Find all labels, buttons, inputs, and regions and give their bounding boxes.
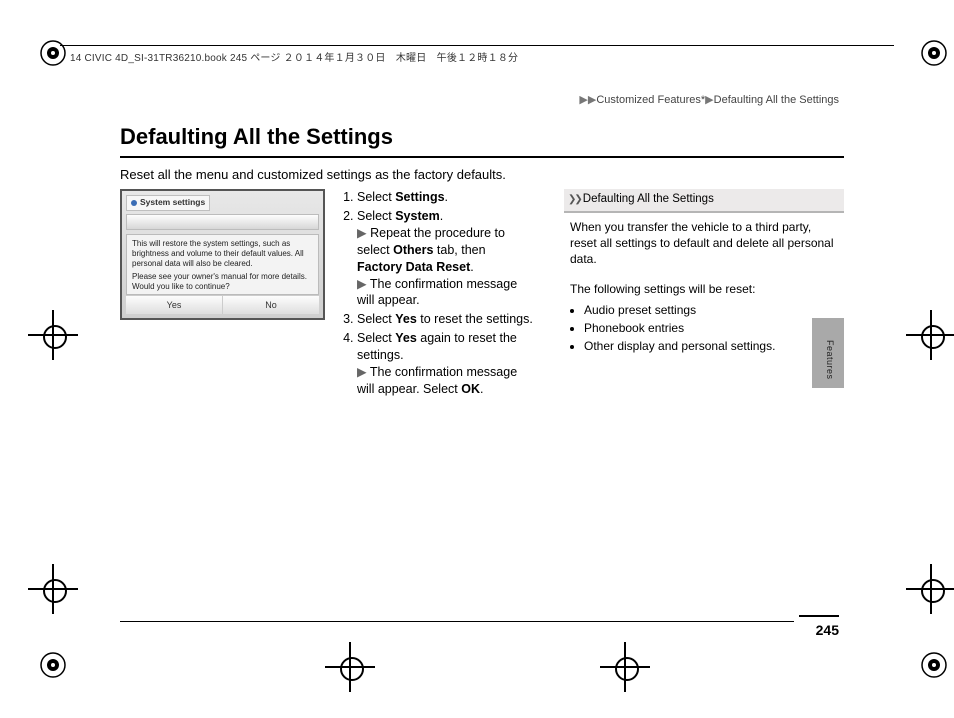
side-note: ❯❯ Defaulting All the Settings When you … bbox=[564, 189, 844, 356]
tab-dot-icon bbox=[131, 200, 137, 206]
registration-mark-icon bbox=[919, 38, 949, 68]
header-rule bbox=[60, 45, 894, 46]
side-note-p2: The following settings will be reset: bbox=[570, 281, 840, 297]
breadcrumb-level-2: Defaulting All the Settings bbox=[714, 94, 839, 106]
dialog-tab: System settings bbox=[126, 195, 210, 210]
dialog-titlebar bbox=[126, 214, 319, 230]
sub-arrow-icon: ▶ bbox=[357, 226, 367, 240]
intro-text: Reset all the menu and customized settin… bbox=[120, 166, 844, 190]
file-stamp: 14 CIVIC 4D_SI-31TR36210.book 245 ページ ２０… bbox=[70, 52, 518, 66]
step-4: Select Yes again to reset the settings. … bbox=[357, 330, 534, 398]
reset-item: Phonebook entries bbox=[584, 320, 840, 336]
side-note-title: Defaulting All the Settings bbox=[583, 192, 714, 208]
step-1: Select Settings. bbox=[357, 189, 534, 206]
dialog-tab-label: System settings bbox=[140, 197, 205, 207]
crop-mark-icon bbox=[325, 642, 375, 692]
page-number: 245 bbox=[799, 615, 839, 640]
reset-item: Audio preset settings bbox=[584, 302, 840, 318]
sub-arrow-icon: ▶ bbox=[357, 277, 367, 291]
dialog-yes-button: Yes bbox=[126, 296, 223, 314]
crop-mark-icon bbox=[28, 564, 78, 614]
step-2: Select System. ▶ Repeat the procedure to… bbox=[357, 208, 534, 309]
dialog-no-button: No bbox=[223, 296, 319, 314]
breadcrumb-sep-icon: ▶ bbox=[705, 94, 713, 106]
crop-mark-icon bbox=[600, 642, 650, 692]
registration-mark-icon bbox=[919, 650, 949, 680]
breadcrumb-arrows-icon: ▶▶ bbox=[579, 94, 596, 106]
crop-mark-icon bbox=[28, 310, 78, 360]
dialog-body-2: Please see your owner's manual for more … bbox=[132, 272, 313, 292]
breadcrumb-level-1: Customized Features* bbox=[596, 94, 705, 106]
registration-mark-icon bbox=[38, 650, 68, 680]
side-note-heading: ❯❯ Defaulting All the Settings bbox=[564, 189, 844, 213]
registration-mark-icon bbox=[38, 38, 68, 68]
crop-mark-icon bbox=[906, 310, 954, 360]
step-3: Select Yes to reset the settings. bbox=[357, 311, 534, 328]
chevron-icon: ❯❯ bbox=[568, 193, 581, 207]
procedure-steps: Select Settings. Select System. ▶ Repeat… bbox=[339, 189, 534, 400]
section-tab-label: Features bbox=[824, 340, 836, 380]
page-title: Defaulting All the Settings bbox=[120, 122, 844, 158]
crop-mark-icon bbox=[906, 564, 954, 614]
system-settings-dialog-figure: System settings This will restore the sy… bbox=[120, 189, 325, 320]
sub-arrow-icon: ▶ bbox=[357, 365, 367, 379]
footer-rule bbox=[120, 621, 794, 622]
dialog-body-1: This will restore the system settings, s… bbox=[132, 239, 313, 269]
breadcrumb: ▶▶Customized Features*▶Defaulting All th… bbox=[579, 93, 839, 108]
reset-item: Other display and personal settings. bbox=[584, 338, 840, 354]
side-note-p1: When you transfer the vehicle to a third… bbox=[570, 219, 840, 268]
